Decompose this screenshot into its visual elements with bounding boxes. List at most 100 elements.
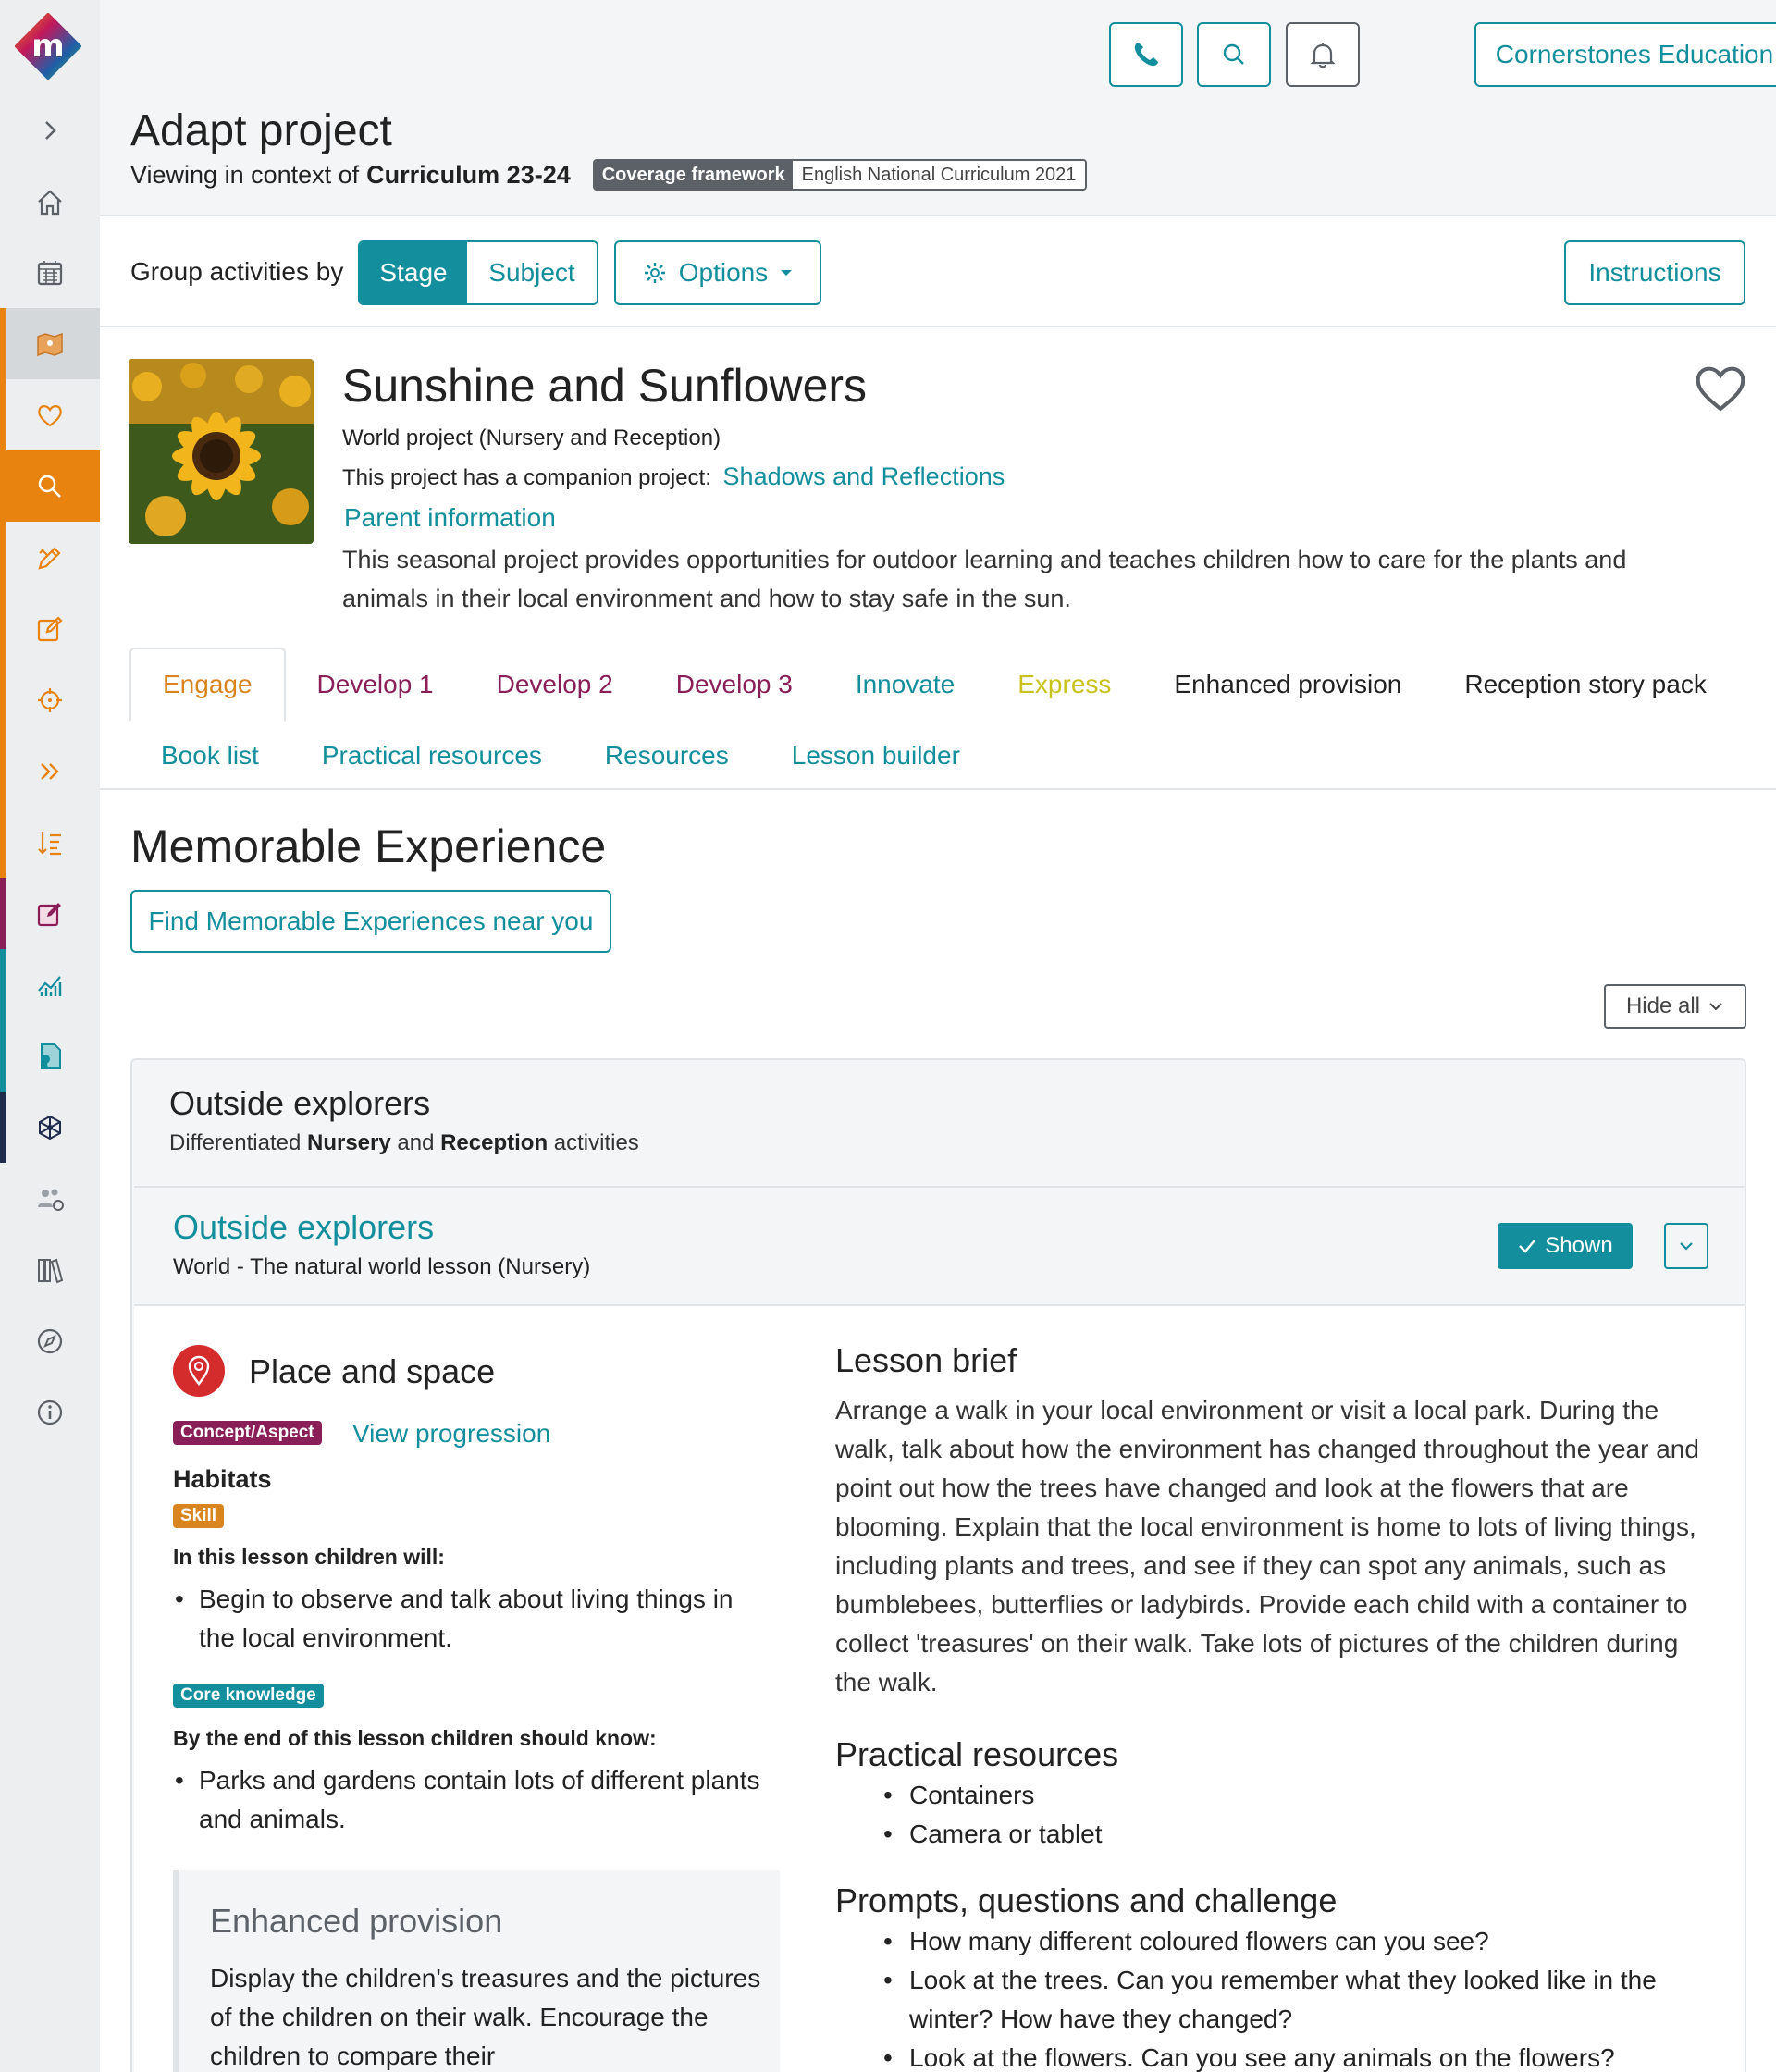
list-item: Look at the trees. Can you remember what… [835, 1961, 1705, 2039]
tab-reception-story-pack[interactable]: Reception story pack [1433, 648, 1737, 722]
framework-value: English National Curriculum 2021 [792, 161, 1086, 189]
companion-link[interactable]: Shadows and Reflections [723, 462, 1005, 490]
tab-lesson-builder[interactable]: Lesson builder [760, 723, 992, 788]
tab-label: Innovate [855, 670, 956, 698]
info-icon[interactable] [0, 1376, 100, 1448]
lesson-title-link[interactable]: Outside explorers [173, 1208, 434, 1247]
group-subject-button[interactable]: Subject [467, 242, 597, 303]
lesson-subtitle: World - The natural world lesson (Nurser… [173, 1254, 591, 1279]
tab-enhanced-provision[interactable]: Enhanced provision [1142, 648, 1433, 722]
analytics-icon[interactable] [0, 949, 100, 1020]
core-intro: By the end of this lesson children shoul… [173, 1726, 657, 1750]
tab-label: Express [1018, 670, 1112, 698]
concept-name: Habitats [173, 1465, 272, 1493]
parent-information-link[interactable]: Parent information [344, 503, 556, 533]
project-type: World project (Nursery and Reception) [342, 426, 722, 450]
resources-icon[interactable] [0, 1020, 100, 1092]
concept-badge: Concept/Aspect [173, 1421, 322, 1445]
options-label: Options [678, 258, 769, 287]
tab-express[interactable]: Express [986, 648, 1142, 722]
tab-innovate[interactable]: Innovate [824, 648, 986, 722]
fast-forward-icon[interactable] [0, 735, 100, 807]
school-selector[interactable]: Cornerstones Education [1474, 22, 1776, 87]
project-image [129, 359, 314, 544]
compass-icon[interactable] [0, 1305, 100, 1376]
group-stage-button[interactable]: Stage [360, 242, 467, 303]
caret-down-icon [781, 270, 793, 276]
tabs-divider [100, 788, 1776, 790]
activity-sub-nursery: Nursery [306, 1130, 391, 1155]
phone-button[interactable] [1109, 22, 1183, 87]
search-icon [1223, 43, 1244, 65]
tab-label: Engage [163, 670, 253, 698]
options-button[interactable]: Options [614, 240, 821, 305]
brief-text: Arrange a walk in your local environment… [835, 1396, 1699, 1696]
skill-list: Begin to observe and talk about living t… [173, 1580, 765, 1658]
shown-toggle-button[interactable]: Shown [1498, 1223, 1633, 1269]
tab-develop-1[interactable]: Develop 1 [286, 648, 465, 722]
stage-tabs: Engage Develop 1 Develop 2 Develop 3 Inn… [130, 648, 1738, 722]
list-item: Parks and gardens contain lots of differ… [173, 1761, 765, 1839]
section-title: Memorable Experience [130, 820, 607, 872]
framework-key: Coverage framework [594, 161, 793, 189]
instructions-button[interactable]: Instructions [1564, 240, 1745, 305]
area-title: Place and space [249, 1352, 496, 1390]
enhanced-title: Enhanced provision [210, 1902, 503, 1940]
skill-intro: In this lesson children will: [173, 1545, 445, 1569]
library-icon[interactable] [0, 1234, 100, 1305]
favourite-heart-icon[interactable] [1691, 359, 1750, 414]
tab-label: Develop 1 [316, 670, 434, 698]
view-progression-link[interactable]: View progression [352, 1419, 550, 1449]
tab-label: Develop 3 [675, 670, 793, 698]
network-icon[interactable] [0, 1092, 100, 1163]
expand-sidebar-icon[interactable] [0, 94, 100, 166]
activity-title: Outside explorers [169, 1084, 431, 1122]
page-title: Adapt project [130, 106, 392, 155]
resources-list: Containers Camera or tablet [835, 1776, 1705, 1854]
list-item: Containers [835, 1776, 1705, 1815]
lesson-body: Place and space Concept/Aspect View prog… [134, 1306, 1745, 2072]
bell-icon [1310, 43, 1336, 68]
target-icon[interactable] [0, 664, 100, 735]
map-icon [37, 332, 63, 356]
search-nav-icon[interactable] [0, 450, 100, 522]
users-settings-icon[interactable] [0, 1163, 100, 1234]
activity-sub-prefix: Differentiated [169, 1130, 302, 1155]
tab-practical-resources[interactable]: Practical resources [290, 723, 574, 788]
tab-develop-3[interactable]: Develop 3 [645, 648, 824, 722]
sidebar-item-projects[interactable] [0, 308, 100, 379]
tab-book-list[interactable]: Book list [130, 723, 290, 788]
tab-develop-2[interactable]: Develop 2 [465, 648, 645, 722]
tab-engage[interactable]: Engage [130, 648, 286, 722]
sidebar: m [0, 0, 100, 2072]
activity-sub-reception: Reception [440, 1130, 549, 1155]
group-toggle: Stage Subject [358, 240, 598, 305]
list-item: Begin to observe and talk about living t… [173, 1580, 765, 1658]
design-tools-icon[interactable] [0, 522, 100, 593]
find-experiences-button[interactable]: Find Memorable Experiences near you [130, 890, 611, 953]
chevron-down-icon [1680, 1242, 1693, 1251]
edit-icon[interactable] [0, 593, 100, 664]
hide-all-button[interactable]: Hide all [1604, 984, 1746, 1029]
sort-icon[interactable] [0, 807, 100, 878]
notifications-button[interactable] [1286, 22, 1360, 87]
location-pin-icon [173, 1345, 225, 1397]
list-item: Look at the flowers. Can you see any ani… [835, 2039, 1705, 2072]
activity-sub-suffix: activities [553, 1130, 639, 1155]
tab-resources[interactable]: Resources [574, 723, 760, 788]
home-icon[interactable] [0, 166, 100, 238]
assessment-edit-icon[interactable] [0, 878, 100, 949]
enhanced-text: Display the children's treasures and the… [210, 1964, 761, 2070]
favourites-icon[interactable] [0, 379, 100, 450]
framework-badge: Coverage framework English National Curr… [592, 159, 1088, 191]
context-line: Viewing in context of Curriculum 23-24 C… [130, 159, 1088, 191]
lesson-header: Outside explorers World - The natural wo… [134, 1186, 1745, 1306]
gear-icon [644, 263, 665, 283]
resources-title: Practical resources [835, 1735, 1119, 1773]
calendar-icon[interactable] [0, 237, 100, 308]
prompts-title: Prompts, questions and challenge [835, 1881, 1338, 1919]
shown-label: Shown [1545, 1233, 1613, 1258]
app-logo[interactable]: m [15, 13, 81, 80]
search-button[interactable] [1197, 22, 1271, 87]
expand-lesson-button[interactable] [1664, 1223, 1708, 1269]
